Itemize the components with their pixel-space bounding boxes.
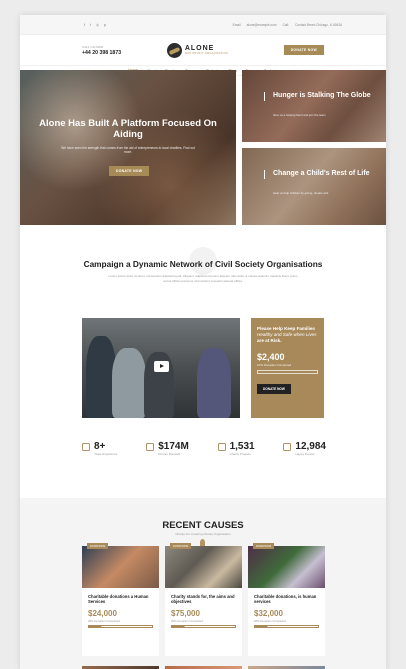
cause-card[interactable]: DONATIONS Charitable donations, is human… [248, 543, 325, 656]
donate-box-button[interactable]: DONATE NOW [257, 384, 291, 394]
cause-card[interactable]: DONATIONS Charity stands for, the aims a… [165, 543, 242, 656]
child-text: Help us help children by giving, donate … [273, 191, 329, 195]
hero-title: Alone Has Built A Platform Focused On Ai… [39, 118, 217, 140]
cause-progress-bar [254, 624, 319, 628]
stat-value: 1,531 [229, 441, 255, 452]
stats-row: 8+ Years Experience $174M Donors Donated 1… [82, 441, 326, 456]
cause-title[interactable]: Charitable donations a Human Services [88, 594, 153, 605]
hero-text: We have seen the strength that comes fro… [61, 146, 195, 155]
stat-label: Charity Projects [229, 452, 251, 456]
recent-causes-title: RECENT CAUSES [162, 520, 244, 531]
call-block: CALL US NOW +44 20 398 1873 [82, 45, 121, 56]
hero-main-banner: Alone Has Built A Platform Focused On Ai… [20, 70, 236, 225]
hunger-title: Hunger is Stalking The Globe [264, 92, 371, 101]
stat-item: 8+ Years Experience [82, 441, 117, 456]
stat-label: Years Experience [94, 452, 118, 456]
trophy-icon [217, 443, 226, 451]
donate-box: Please Help Keep Families Healthy and Sa… [251, 318, 324, 418]
cause-progress-bar [88, 624, 153, 628]
campaign-text: Lorem ipsum dolor sit amet, consectetur … [108, 274, 298, 283]
page: f t ◎ p Email alone@example.com Call: Co… [20, 15, 386, 669]
cause-amount: $75,000 [171, 608, 200, 618]
pinterest-icon[interactable]: p [104, 23, 106, 27]
top-contact: Email alone@example.com Call: Contact Br… [233, 23, 342, 27]
drop-icon [200, 539, 205, 546]
cause-card[interactable]: DONATIONS Charitable donations a Human S… [82, 543, 159, 656]
hunger-text: Give us a helping hand and join the team [273, 113, 326, 117]
cause-tag: DONATIONS [170, 543, 192, 549]
address-text: Contact Breed Chicago, IL 60616 [294, 22, 342, 27]
cause-tag: DONATIONS [253, 543, 275, 549]
heart-hand-icon [283, 443, 292, 451]
calendar-icon [82, 443, 90, 451]
stat-item: 1,531 Charity Projects [217, 441, 255, 456]
top-bar: f t ◎ p Email alone@example.com Call: Co… [20, 15, 386, 35]
cause-title[interactable]: Charitable donations, is human services [254, 594, 319, 605]
email-label: Email [232, 22, 241, 27]
twitter-icon[interactable]: t [90, 23, 91, 27]
recent-causes-subtitle: Charity For Amazing Charity Organisation [175, 532, 231, 536]
cause-image: DONATIONS [165, 543, 242, 588]
child-title: Change a Child's Rest of Life [264, 170, 370, 179]
child-banner[interactable]: Change a Child's Rest of Life Help us he… [242, 148, 386, 225]
cause-goal: 28% Donation Completed [88, 618, 120, 623]
campaign-section: Campaign a Dynamic Network of Civil Soci… [20, 243, 386, 283]
phone-label: Call: [282, 22, 289, 27]
cause-image: DONATIONS [248, 543, 325, 588]
donate-progress-bar [257, 370, 318, 374]
header-donate-button[interactable]: DONATE NOW [283, 45, 324, 55]
donation-icon [146, 443, 155, 451]
video-thumbnail[interactable] [82, 318, 240, 418]
stat-item: $174M Donors Donated [146, 441, 189, 456]
cause-progress-bar [171, 624, 236, 628]
logo-name: ALONE [184, 45, 215, 52]
cause-title[interactable]: Charity stands for, the aims and objecti… [171, 594, 236, 605]
donate-box-goal: 10% Donation Completed [257, 363, 292, 367]
campaign-title: Campaign a Dynamic Network of Civil Soci… [83, 259, 323, 269]
stat-label: Donors Donated [158, 452, 181, 456]
donate-box-title: Please Help Keep Families Healthy and Sa… [257, 326, 317, 343]
email-link[interactable]: alone@example.com [247, 23, 277, 27]
hero-donate-button[interactable]: DONATE NOW [109, 166, 150, 176]
cause-amount: $24,000 [88, 608, 117, 618]
phone-number[interactable]: +44 20 398 1873 [82, 50, 121, 56]
social-links: f t ◎ p [84, 23, 106, 27]
play-icon[interactable] [154, 361, 169, 372]
hero: Alone Has Built A Platform Focused On Ai… [20, 70, 386, 225]
header: CALL US NOW +44 20 398 1873 ALONE NON PR… [20, 35, 386, 65]
stat-value: 8+ [94, 441, 106, 452]
hunger-banner[interactable]: Hunger is Stalking The Globe Give us a h… [242, 70, 386, 142]
stat-value: 12,984 [295, 441, 326, 452]
logo-icon [166, 42, 182, 58]
cause-goal: 28% Donation Completed [254, 618, 286, 623]
logo[interactable]: ALONE NON PROFIT ORGANIZATION [166, 42, 228, 58]
stat-item: 12,984 Happy Donors [283, 441, 326, 456]
logo-tagline: NON PROFIT ORGANIZATION [184, 52, 228, 55]
facebook-icon[interactable]: f [84, 23, 85, 27]
cause-image: DONATIONS [82, 543, 159, 588]
stat-value: $174M [158, 441, 189, 452]
instagram-icon[interactable]: ◎ [96, 23, 99, 27]
cause-goal: 30% Donation Completed [171, 618, 203, 623]
cause-amount: $32,000 [254, 608, 283, 618]
cause-tag: DONATIONS [87, 543, 109, 549]
person-figure [197, 348, 231, 418]
stat-label: Happy Donors [295, 452, 315, 456]
donate-box-amount: $2,400 [257, 352, 285, 362]
person-figure [112, 348, 146, 418]
